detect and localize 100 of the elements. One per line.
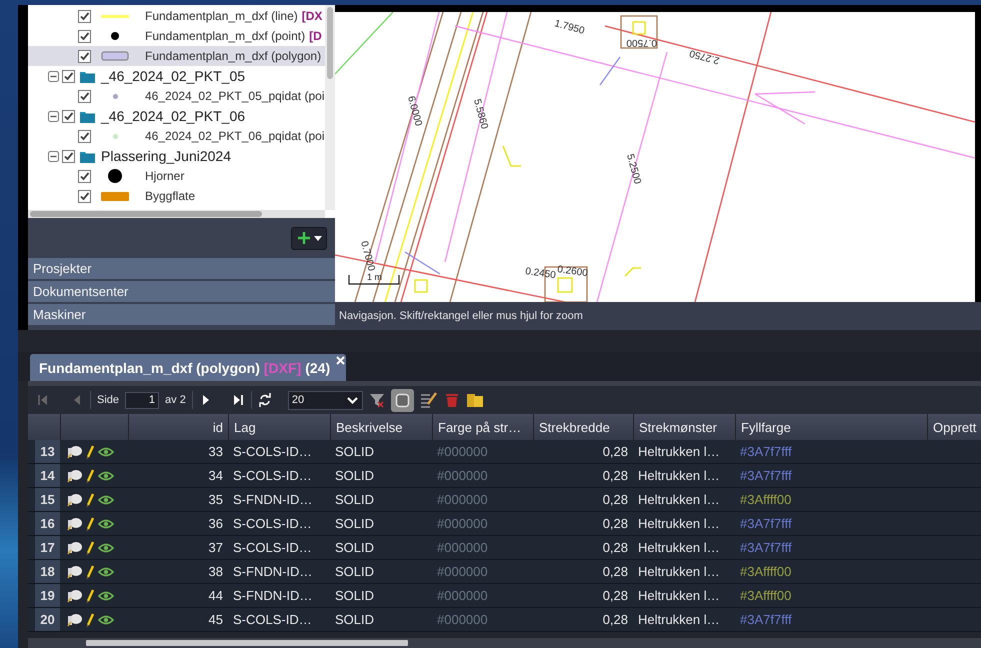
pencil-icon[interactable] xyxy=(86,540,94,554)
column-header[interactable]: Farge på str… xyxy=(432,414,533,440)
row-number: 20 xyxy=(35,608,60,631)
select-toggle-button[interactable] xyxy=(390,388,414,412)
add-layer-button[interactable] xyxy=(291,226,327,250)
format-tag: [DXF] xyxy=(264,360,302,376)
accordion-header[interactable]: Dokumentsenter xyxy=(28,281,335,302)
accordion-header[interactable]: Prosjekter xyxy=(28,258,335,279)
table-cell-text: 34 xyxy=(208,467,224,485)
checkbox[interactable] xyxy=(78,50,91,62)
zoom-to-feature-icon[interactable] xyxy=(66,492,82,506)
layer-row[interactable]: Hjorner xyxy=(28,166,325,186)
row-number: 19 xyxy=(35,584,60,607)
horizontal-scrollbar[interactable] xyxy=(28,638,981,648)
layer-group-label: Plassering_Juni2024 xyxy=(101,148,231,164)
zoom-to-feature-icon[interactable] xyxy=(66,516,82,530)
eye-icon[interactable] xyxy=(98,446,114,456)
close-icon[interactable] xyxy=(336,356,346,365)
layer-label: Byggflate xyxy=(145,189,196,203)
pencil-icon[interactable] xyxy=(86,492,94,506)
eye-icon[interactable] xyxy=(98,614,114,624)
zoom-to-feature-icon[interactable] xyxy=(66,588,82,602)
eye-icon[interactable] xyxy=(98,494,114,504)
table-cell-text: 0,28 xyxy=(602,587,629,605)
zoom-to-feature-icon[interactable] xyxy=(66,444,82,458)
folder-icon[interactable] xyxy=(466,392,484,408)
zoom-to-feature-icon[interactable] xyxy=(66,468,82,482)
checkbox[interactable] xyxy=(78,190,91,202)
pencil-icon[interactable] xyxy=(86,444,94,458)
folder-icon xyxy=(80,70,95,82)
layer-row[interactable]: 46_2024_02_PKT_05_pqidat (poi xyxy=(28,86,325,106)
row-number: 16 xyxy=(35,512,60,535)
eye-icon[interactable] xyxy=(98,566,114,576)
checkbox[interactable] xyxy=(62,150,75,162)
zoom-to-feature-icon[interactable] xyxy=(66,540,82,554)
layer-row[interactable]: 46_2024_02_PKT_06_pqidat (poi xyxy=(28,126,325,146)
pencil-icon[interactable] xyxy=(86,468,94,482)
format-tag: [D xyxy=(309,29,322,43)
table-cell-text: SOLID xyxy=(334,491,376,509)
table-cell-text: #000000 xyxy=(436,539,489,557)
clear-filter-icon[interactable] xyxy=(368,392,385,408)
vertical-scrollbar[interactable] xyxy=(325,5,335,210)
pencil-icon[interactable] xyxy=(86,516,94,530)
page-field[interactable]: 1 xyxy=(125,392,160,408)
plus-icon xyxy=(296,231,310,245)
pencil-icon[interactable] xyxy=(86,612,94,626)
checkbox[interactable] xyxy=(78,170,91,182)
collapse-icon[interactable] xyxy=(48,70,59,82)
column-header[interactable]: Strekmønster xyxy=(633,414,735,440)
page-total: av 2 xyxy=(165,394,186,406)
horizontal-scrollbar[interactable] xyxy=(28,210,325,218)
checkbox[interactable] xyxy=(78,130,91,142)
layer-tab[interactable]: Fundamentplan_m_dxf (polygon) [DXF] (24) xyxy=(30,354,346,381)
color-value: #3Affff00 xyxy=(740,564,792,579)
eye-icon[interactable] xyxy=(98,542,114,552)
layer-label: Fundamentplan_m_dxf (line) xyxy=(145,9,298,23)
color-value: #3Affff00 xyxy=(740,492,792,507)
table-cell-text: Heltrukken l… xyxy=(637,491,721,509)
table-cell-text: 37 xyxy=(208,539,224,557)
layer-row[interactable]: Fundamentplan_m_dxf (line) [DX xyxy=(28,6,325,26)
column-header[interactable]: Fyllfarge xyxy=(735,414,927,440)
checkbox[interactable] xyxy=(78,90,91,102)
table-cell-text: #000000 xyxy=(436,491,489,509)
collapse-icon[interactable] xyxy=(48,110,59,122)
checkbox[interactable] xyxy=(78,30,91,42)
zoom-to-feature-icon[interactable] xyxy=(66,612,82,626)
table-cell-text: SOLID xyxy=(334,467,376,485)
layer-row[interactable]: Fundamentplan_m_dxf (polygon) xyxy=(28,46,325,66)
column-header[interactable]: Opprett xyxy=(927,414,981,440)
layer-group-row[interactable]: Plassering_Juni2024 xyxy=(28,146,325,166)
layer-group-label: _46_2024_02_PKT_06 xyxy=(101,108,246,124)
zoom-to-feature-icon[interactable] xyxy=(66,564,82,578)
checkbox[interactable] xyxy=(62,110,75,122)
delete-icon[interactable] xyxy=(444,392,460,408)
layer-group-row[interactable]: _46_2024_02_PKT_06 xyxy=(28,106,325,126)
table-cell-text: SOLID xyxy=(334,443,376,461)
column-header[interactable]: Lag xyxy=(228,414,330,440)
checkbox[interactable] xyxy=(62,70,75,82)
column-header[interactable]: Strekbredde xyxy=(533,414,633,440)
layer-row[interactable]: Fundamentplan_m_dxf (point) [D xyxy=(28,26,325,46)
table-cell-text: 38 xyxy=(208,563,224,581)
refresh-icon[interactable] xyxy=(258,393,272,407)
table-cell-text: S-COLS-ID… xyxy=(232,467,313,485)
eye-icon[interactable] xyxy=(98,590,114,600)
eye-icon[interactable] xyxy=(98,518,114,528)
color-value: #3A7f7fff xyxy=(740,516,792,531)
layer-group-row[interactable]: _46_2024_02_PKT_05 xyxy=(28,66,325,86)
collapse-icon[interactable] xyxy=(48,150,59,162)
column-header[interactable]: id xyxy=(128,414,228,440)
pencil-icon[interactable] xyxy=(86,564,94,578)
accordion-header[interactable]: Maskiner xyxy=(28,304,335,325)
table-cell-text: Heltrukken l… xyxy=(637,515,721,533)
page-size-select[interactable]: 20 xyxy=(288,390,363,410)
checkbox[interactable] xyxy=(78,10,91,22)
pencil-icon[interactable] xyxy=(86,588,94,602)
column-header[interactable]: Beskrivelse xyxy=(330,414,432,440)
format-tag: [DX xyxy=(302,9,322,23)
eye-icon[interactable] xyxy=(98,470,114,480)
layer-row[interactable]: Byggflate xyxy=(28,186,325,206)
edit-list-icon[interactable] xyxy=(420,392,438,408)
